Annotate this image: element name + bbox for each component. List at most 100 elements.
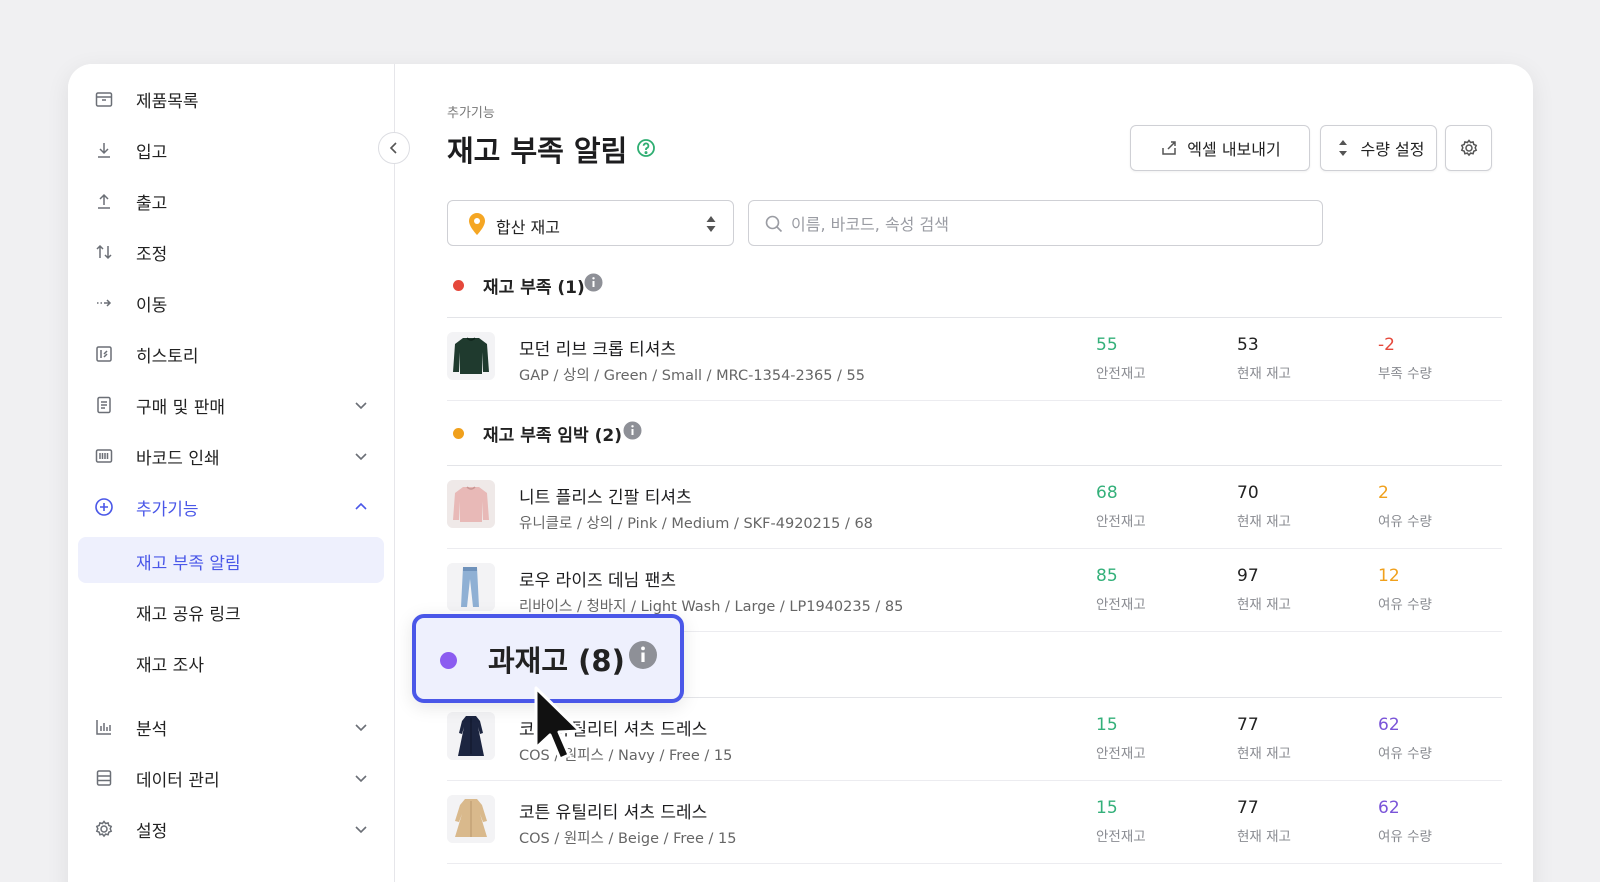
swap-vertical-icon [94,242,114,262]
spare-qty: 12 여유 수량 [1378,566,1488,613]
sidebar-item-label: 이동 [136,295,168,316]
sidebar-item-inbound[interactable]: 입고 [78,127,384,173]
table-row[interactable]: 모던 리브 크롭 티셔츠 GAP / 상의 / Green / Small / … [447,318,1502,401]
current-stock: 77 현재 재고 [1237,798,1347,845]
sidebar-item-label: 추가기능 [136,499,199,520]
sidebar: 제품목록 입고 출고 조정 이동 히스토리 구매 및 판매 바코드 인쇄 추가기… [68,64,395,882]
export-icon [1162,141,1177,155]
sidebar-item-label: 입고 [136,142,168,163]
info-icon[interactable] [584,273,603,292]
select-arrows-icon [706,216,716,232]
spare-qty-value: 62 [1378,715,1400,735]
coat-image-icon [447,795,495,843]
search-input[interactable] [791,211,1291,237]
bar-chart-icon [94,717,114,737]
shortage-qty-caption: 부족 수량 [1378,366,1432,382]
sidebar-item-label: 구매 및 판매 [136,397,226,418]
sort-arrows-icon [1338,140,1347,156]
chevron-down-icon[interactable] [352,396,370,414]
sidebar-item-products[interactable]: 제품목록 [78,76,384,122]
table-row[interactable]: 니트 플리스 긴팔 티셔츠 유니클로 / 상의 / Pink / Medium … [447,466,1502,549]
excel-export-button[interactable]: 엑셀 내보내기 [1130,125,1310,171]
product-meta: 유니클로 / 상의 / Pink / Medium / SKF-4920215 … [519,516,873,532]
current-stock-value: 53 [1237,335,1259,355]
chevron-up-icon[interactable] [352,498,370,516]
sidebar-item-adjust[interactable]: 조정 [78,229,384,275]
current-stock-value: 70 [1237,483,1259,503]
table-row[interactable]: 코튼 유틸리티 셔츠 드레스 COS / 원피스 / Navy / Free /… [447,698,1502,781]
sidebar-item-settings[interactable]: 설정 [78,806,384,852]
chevron-down-icon[interactable] [352,820,370,838]
product-thumbnail [447,712,495,760]
sidebar-item-purchase-sales[interactable]: 구매 및 판매 [78,382,384,428]
sidebar-item-label: 출고 [136,193,168,214]
breadcrumb[interactable]: 추가기능 [447,102,495,121]
sidebar-item-label: 데이터 관리 [136,770,220,791]
excel-export-label: 엑셀 내보내기 [1187,140,1281,159]
sidebar-item-label: 바코드 인쇄 [136,448,220,469]
sidebar-item-data-management[interactable]: 데이터 관리 [78,755,384,801]
spare-qty-value: 2 [1378,483,1389,503]
gear-icon [94,819,114,839]
current-stock: 53 현재 재고 [1237,335,1347,382]
product-name: 모던 리브 크롭 티셔츠 [519,340,676,360]
sidebar-item-transfer[interactable]: 이동 [78,280,384,326]
sidebar-subitem-label: 재고 공유 링크 [136,605,241,625]
box-icon [94,89,114,109]
product-meta: GAP / 상의 / Green / Small / MRC-1354-2365… [519,368,865,384]
safety-stock: 85 안전재고 [1096,566,1206,613]
sweater-image-icon [453,337,489,374]
product-thumbnail [447,563,495,611]
sidebar-subitem-stock-share-link[interactable]: 재고 공유 링크 [78,588,384,634]
current-stock-caption: 현재 재고 [1237,597,1291,613]
current-stock: 77 현재 재고 [1237,715,1347,762]
help-icon[interactable] [636,138,656,158]
quantity-settings-button[interactable]: 수량 설정 [1320,125,1437,171]
sidebar-item-addons[interactable]: 추가기능 [78,484,384,530]
table-row[interactable]: 코튼 유틸리티 셔츠 드레스 COS / 원피스 / Beige / Free … [447,781,1502,864]
location-select-value: 합산 재고 [496,218,560,237]
current-stock-value: 77 [1237,715,1259,735]
safety-stock-value: 15 [1096,715,1118,735]
product-meta: 리바이스 / 청바지 / Light Wash / Large / LP1940… [519,599,904,615]
safety-stock: 15 안전재고 [1096,715,1206,762]
spare-qty: 62 여유 수량 [1378,798,1488,845]
arrow-down-icon [94,140,114,160]
sidebar-subitem-stock-survey[interactable]: 재고 조사 [78,639,384,685]
safety-stock: 68 안전재고 [1096,483,1206,530]
safety-stock-caption: 안전재고 [1096,829,1146,845]
product-meta: COS / 원피스 / Beige / Free / 15 [519,831,737,847]
shortage-qty: -2 부족 수량 [1378,335,1488,382]
search-field[interactable] [748,200,1323,246]
location-pin-icon [469,213,485,235]
chevron-down-icon[interactable] [352,718,370,736]
section-title: 재고 부족 (1) [483,278,585,298]
page-title: 재고 부족 알림 [447,134,628,168]
search-icon [765,215,783,233]
spare-qty: 62 여유 수량 [1378,715,1488,762]
sidebar-item-barcode-print[interactable]: 바코드 인쇄 [78,433,384,479]
status-dot-orange [453,428,464,439]
sidebar-item-history[interactable]: 히스토리 [78,331,384,377]
sidebar-subitem-label: 재고 부족 알림 [136,554,241,574]
sidebar-item-analytics[interactable]: 분석 [78,704,384,750]
spare-qty-caption: 여유 수량 [1378,514,1432,530]
sidebar-item-label: 설정 [136,821,168,842]
document-icon [94,395,114,415]
info-icon[interactable] [623,421,642,440]
safety-stock: 15 안전재고 [1096,798,1206,845]
product-name: 니트 플리스 긴팔 티셔츠 [519,488,692,508]
sidebar-item-outbound[interactable]: 출고 [78,178,384,224]
sidebar-subitem-low-stock-alert[interactable]: 재고 부족 알림 [78,537,384,583]
barcode-icon [94,446,114,466]
current-stock-value: 77 [1237,798,1259,818]
shortage-qty-value: -2 [1378,335,1395,355]
location-select[interactable]: 합산 재고 [447,200,734,246]
arrow-up-icon [94,191,114,211]
chevron-down-icon[interactable] [352,447,370,465]
chevron-down-icon[interactable] [352,769,370,787]
current-stock-caption: 현재 재고 [1237,514,1291,530]
info-icon[interactable] [628,640,658,670]
quantity-settings-label: 수량 설정 [1360,140,1425,159]
settings-button[interactable] [1445,125,1492,171]
